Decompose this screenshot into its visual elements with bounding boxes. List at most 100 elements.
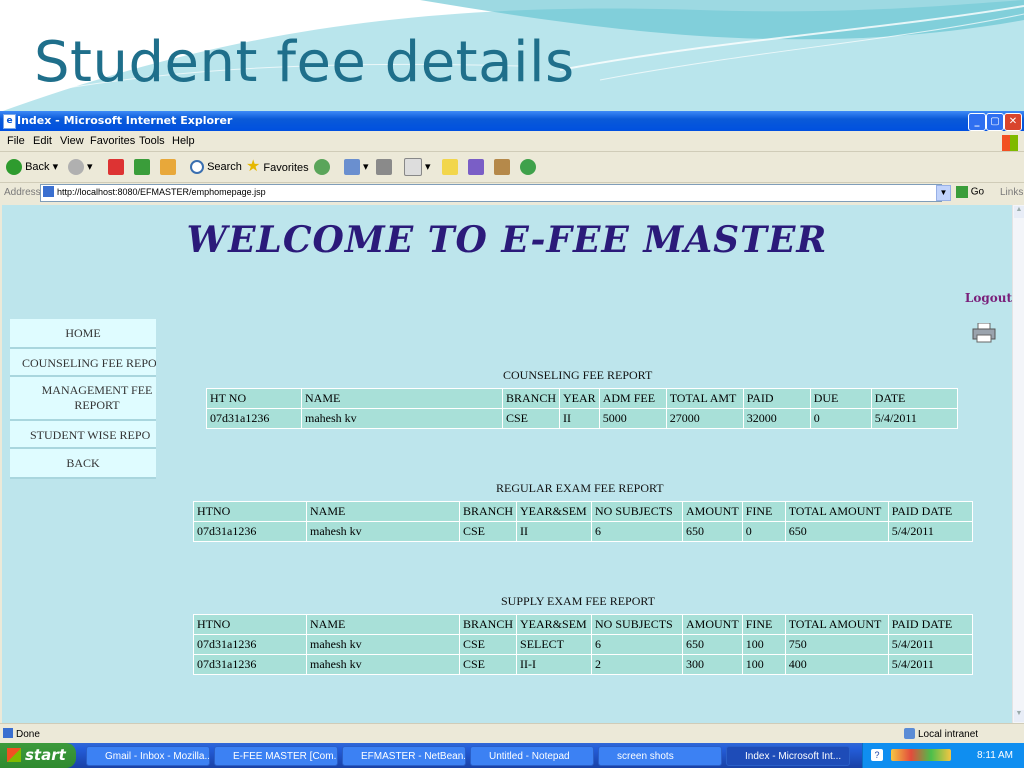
table-header-row: HT NO NAME BRANCH YEAR ADM FEE TOTAL AMT… [207,389,957,408]
messenger-button[interactable] [520,158,536,176]
cell-paid-date: 5/4/2011 [888,522,972,541]
browser-window: e Index - Microsoft Internet Explorer _ … [0,111,1024,744]
maximize-button[interactable]: ▢ [986,113,1004,131]
mail-button[interactable]: ▾ [344,158,369,176]
favorites-button[interactable]: ★ Favorites [246,158,309,176]
forward-arrow-icon [68,159,84,176]
nav-student-wise-report[interactable]: STUDENT WISE REPO [10,421,156,449]
minimize-button[interactable]: _ [968,113,986,131]
note-icon [442,159,458,176]
nav-home[interactable]: HOME [10,319,156,349]
links-button[interactable]: Links [1000,187,1023,198]
search-icon [190,160,204,175]
cell-fine: 100 [742,635,785,654]
col-branch: BRANCH [503,389,560,408]
close-button[interactable]: ✕ [1004,113,1022,131]
nav-counseling-fee-report[interactable]: COUNSELING FEE REPO [10,349,156,377]
stop-button[interactable] [108,158,124,176]
system-tray: ? 8:11 AM [862,743,1024,768]
cell-fine: 100 [742,655,785,674]
page-icon [43,186,54,197]
research-button[interactable] [468,158,484,176]
slide-background: Student fee details [0,0,1024,112]
cell-amount: 300 [683,655,742,674]
col-due: DUE [810,389,871,408]
cell-total-amount: 650 [785,522,888,541]
regular-report-title: REGULAR EXAM FEE REPORT [496,481,664,495]
col-amount: AMOUNT [683,615,742,634]
col-fine: FINE [742,615,785,634]
cell-paid: 32000 [743,409,810,428]
discuss-button[interactable] [442,158,458,176]
menu-bar: File Edit View Favorites Tools Help [0,131,1024,152]
cell-name: mahesh kv [307,635,459,654]
task-efee-master[interactable]: E-FEE MASTER [Com... [214,746,338,766]
back-arrow-icon [6,159,22,176]
vertical-scrollbar[interactable]: ▲ ▼ [1012,205,1024,723]
address-bar: Address http://localhost:8080/EFMASTER/e… [0,183,1024,203]
task-screen-shots[interactable]: screen shots [598,746,722,766]
refresh-button[interactable] [134,158,150,176]
mail-icon [344,159,360,176]
back-button[interactable]: Back ▾ [6,158,58,176]
help-icon[interactable]: ? [871,749,883,761]
col-htno: HTNO [194,615,306,634]
media-button[interactable] [494,158,510,176]
menu-help[interactable]: Help [172,135,195,147]
home-button[interactable] [160,158,176,176]
table-header-row: HTNO NAME BRANCH YEAR&SEM NO SUBJECTS AM… [194,502,972,521]
task-internet-explorer[interactable]: Index - Microsoft Int... [726,746,850,766]
task-netbeans[interactable]: EFMASTER - NetBean... [342,746,466,766]
cell-no-subjects: 6 [592,635,683,654]
printer-icon[interactable] [972,323,996,343]
address-input[interactable]: http://localhost:8080/EFMASTER/emphomepa… [40,184,942,202]
forward-button[interactable]: ▾ [68,158,93,176]
col-year: YEAR [560,389,599,408]
table-row: 07d31a1236 mahesh kv CSE II-I 2 300 100 … [194,655,972,674]
cell-amount: 650 [683,635,742,654]
title-bar[interactable]: e Index - Microsoft Internet Explorer _ … [0,111,1024,131]
tray-icons[interactable] [891,749,951,761]
search-button[interactable]: Search [190,158,242,176]
stop-icon [108,159,124,176]
col-no-subjects: NO SUBJECTS [592,502,683,521]
table-row: 07d31a1236 mahesh kv CSE II 6 650 0 650 … [194,522,972,541]
address-dropdown-icon[interactable]: ▼ [936,185,951,201]
menu-file[interactable]: File [7,135,25,147]
col-year-sem: YEAR&SEM [517,502,592,521]
col-htno: HT NO [207,389,301,408]
home-icon [160,159,176,176]
ie-icon: e [3,114,16,129]
start-button[interactable]: start [0,743,76,768]
page-done-icon [3,728,13,738]
nav-back[interactable]: BACK [10,449,156,479]
cell-branch: CSE [503,409,560,428]
menu-view[interactable]: View [60,135,84,147]
star-icon: ★ [246,158,261,175]
scroll-down-icon[interactable]: ▼ [1014,710,1024,722]
print-button[interactable] [376,158,392,176]
table-row: 07d31a1236 mahesh kv CSE II 5000 27000 3… [207,409,957,428]
scroll-up-icon[interactable]: ▲ [1014,206,1024,218]
col-branch: BRANCH [460,502,517,521]
cell-name: mahesh kv [307,522,459,541]
cell-year-sem: SELECT [517,635,592,654]
logout-link[interactable]: Logout [965,291,1012,305]
edit-button[interactable]: ▾ [404,158,431,177]
clock: 8:11 AM [977,750,1013,761]
history-button[interactable] [314,158,330,176]
menu-tools[interactable]: Tools [139,135,165,147]
nav-management-fee-report[interactable]: MANAGEMENT FEE REPORT [10,377,156,421]
cell-htno: 07d31a1236 [194,522,306,541]
go-button[interactable]: Go [956,186,984,198]
menu-edit[interactable]: Edit [33,135,52,147]
table-header-row: HTNO NAME BRANCH YEAR&SEM NO SUBJECTS AM… [194,615,972,634]
cell-branch: CSE [460,522,517,541]
menu-favorites[interactable]: Favorites [90,135,135,147]
task-gmail[interactable]: Gmail - Inbox - Mozilla... [86,746,210,766]
cell-adm-fee: 5000 [599,409,666,428]
supply-exam-fee-table: HTNO NAME BRANCH YEAR&SEM NO SUBJECTS AM… [193,614,973,675]
task-notepad[interactable]: Untitled - Notepad [470,746,594,766]
media-icon [494,159,510,176]
col-total-amount: TOTAL AMOUNT [785,502,888,521]
